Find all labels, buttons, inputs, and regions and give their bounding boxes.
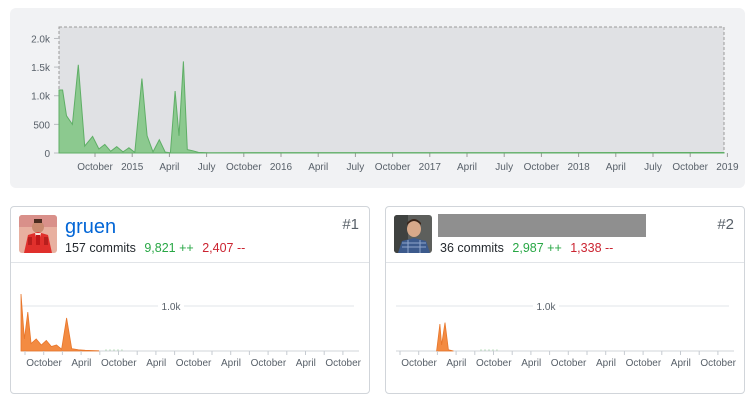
overview-chart-svg[interactable]: 2.0k 1.5k 1.0k 500 0 October 2015 April July Oct… [10,8,745,188]
y-tick-label: 0 [44,149,50,160]
x-tick-label: April [671,358,691,369]
contributor-card-header: gruen 157 commits 9,821 ++ 2,407 -- #1 [11,207,369,263]
x-tick-label: October [700,358,736,369]
x-tick-label: October [524,162,560,173]
x-tick-label: April [71,358,91,369]
additions-count: 2,987 ++ [512,241,562,255]
x-tick-label: October [77,162,113,173]
additions-count: 9,821 ++ [144,241,194,255]
x-tick-label: April [596,358,616,369]
x-tick-label: 2015 [121,162,144,173]
overview-plot-area[interactable] [58,26,725,154]
contributor-card: 36 commits 2,987 ++ 1,338 -- #2 1.0k Octo… [385,206,745,394]
y-tick-label: 500 [33,120,50,131]
x-tick-label: October [401,358,437,369]
x-tick-label: 2017 [419,162,442,173]
x-tick-label: October [26,358,62,369]
x-tick-label: October [551,358,587,369]
reference-line-label: 1.0k [537,302,557,313]
contributor-activity-chart[interactable]: 1.0k October April October April October April… [11,263,369,393]
man-in-plaid-shirt-avatar-icon[interactable] [394,215,432,253]
contributor-card: gruen 157 commits 9,821 ++ 2,407 -- #1 1… [10,206,370,394]
contributor-area-series [436,322,454,352]
x-tick-label: April [221,358,241,369]
contributor-rank: #1 [342,216,359,233]
x-tick-label: July [347,162,365,173]
x-tick-label: April [296,358,316,369]
y-tick-label: 1.0k [31,92,51,103]
x-tick-label: July [495,162,513,173]
x-tick-label: October [226,162,262,173]
y-tick-label: 1.5k [31,63,51,74]
x-tick-label: April [457,162,477,173]
redacted-contributor-name [438,214,646,237]
x-tick-label: July [198,162,216,173]
x-tick-label: April [159,162,179,173]
x-tick-label: October [176,358,212,369]
commit-count-link[interactable]: 36 commits [440,241,504,255]
x-tick-label: October [325,358,361,369]
x-tick-label: April [308,162,328,173]
x-tick-label: 2018 [567,162,590,173]
contributor-card-header: 36 commits 2,987 ++ 1,338 -- #2 [386,207,744,263]
contributor-rank: #2 [717,216,734,233]
contributor-stats: 157 commits 9,821 ++ 2,407 -- [65,240,245,256]
x-tick-label: 2016 [270,162,293,173]
contributor-activity-chart[interactable]: 1.0k October April October April October April… [386,263,744,393]
x-tick-label: October [101,358,137,369]
contributor-stats: 36 commits 2,987 ++ 1,338 -- [440,240,613,256]
x-tick-label: October [672,162,708,173]
x-tick-label: October [476,358,512,369]
x-tick-label: April [146,358,166,369]
commit-count-link[interactable]: 157 commits [65,241,136,255]
x-tick-label: October [375,162,411,173]
x-tick-label: October [251,358,287,369]
contributor-area-series [20,293,100,352]
deletions-count: 1,338 -- [570,241,614,255]
reference-line-label: 1.0k [162,302,182,313]
deletions-count: 2,407 -- [202,241,246,255]
x-tick-label: April [446,358,466,369]
x-tick-label: July [644,162,662,173]
x-tick-label: April [521,358,541,369]
y-tick-label: 2.0k [31,34,51,45]
x-tick-label: October [626,358,662,369]
x-tick-label: 2019 [716,162,739,173]
contributions-overview-chart: 2.0k 1.5k 1.0k 500 0 October 2015 April July Oct… [10,8,745,188]
red-suit-person-avatar-icon[interactable] [19,215,57,253]
contributor-name-link[interactable]: gruen [65,215,116,239]
x-tick-label: April [606,162,626,173]
